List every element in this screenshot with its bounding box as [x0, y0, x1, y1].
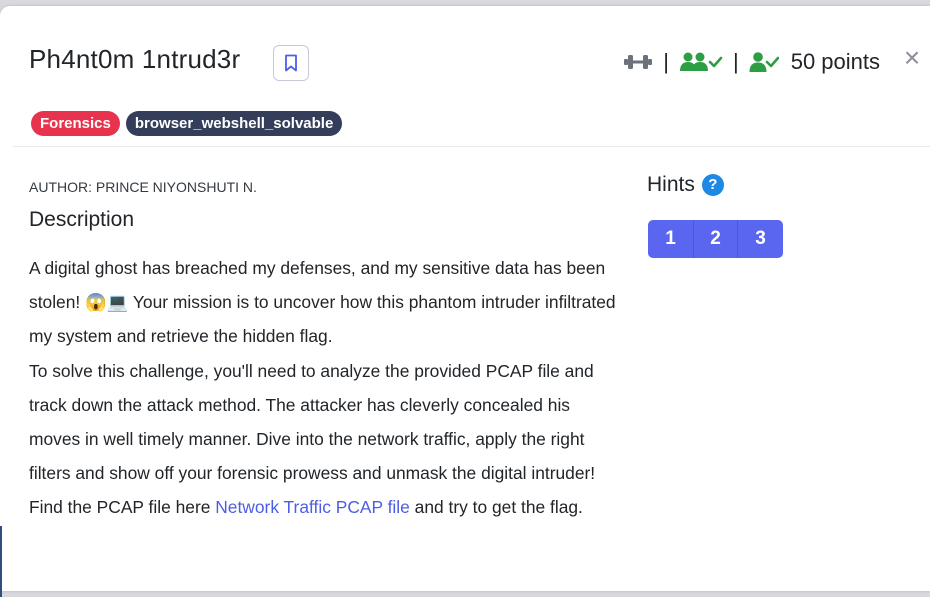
- hint-button-3[interactable]: 3: [738, 220, 783, 258]
- environment-tag: browser_webshell_solvable: [125, 111, 343, 136]
- description-paragraph: A digital ghost has breached my defenses…: [29, 251, 619, 354]
- help-icon[interactable]: ?: [701, 174, 724, 196]
- header-divider: [13, 146, 930, 147]
- stats-separator: |: [663, 49, 669, 74]
- dumbbell-icon: [624, 55, 653, 69]
- description-text: Find the PCAP file here: [29, 497, 216, 518]
- stats-separator: |: [732, 49, 739, 74]
- description-text: and try to get the flag.: [409, 497, 583, 518]
- description-paragraph: To solve this challenge, you'll need to …: [29, 360, 596, 484]
- challenge-modal: Ph4nt0m 1ntrud3r | | 50 points × Forensi…: [0, 6, 930, 597]
- author-label: AUTHOR: PRINCE NIYONSHUTI N.: [29, 179, 257, 195]
- hints-heading: Hints ?: [647, 173, 724, 197]
- hints-title: Hints: [647, 173, 695, 196]
- modal-left-edge: [0, 526, 2, 597]
- points-value: 50 points: [790, 49, 880, 74]
- hint-button-1[interactable]: 1: [648, 220, 693, 258]
- challenge-stats: | | 50 points: [623, 46, 880, 78]
- emoji-icons: 😱💻: [85, 292, 129, 313]
- users-check-icon: [679, 52, 723, 71]
- tag-list: Forensics browser_webshell_solvable: [31, 111, 343, 136]
- user-check-icon: [749, 52, 779, 72]
- hint-button-2[interactable]: 2: [693, 220, 738, 258]
- description-heading: Description: [29, 208, 135, 231]
- challenge-title: Ph4nt0m 1ntrud3r: [29, 44, 241, 74]
- hint-button-group: 1 2 3: [648, 220, 783, 258]
- description-body: A digital ghost has breached my defenses…: [29, 251, 619, 525]
- description-paragraph: Find the PCAP file here Network Traffic …: [29, 490, 619, 524]
- close-button[interactable]: ×: [900, 44, 924, 72]
- pcap-file-link[interactable]: Network Traffic PCAP file: [215, 497, 410, 517]
- bookmark-icon: [285, 54, 297, 72]
- bookmark-button[interactable]: [273, 45, 309, 81]
- close-icon: ×: [903, 42, 921, 73]
- category-tag: Forensics: [31, 111, 120, 136]
